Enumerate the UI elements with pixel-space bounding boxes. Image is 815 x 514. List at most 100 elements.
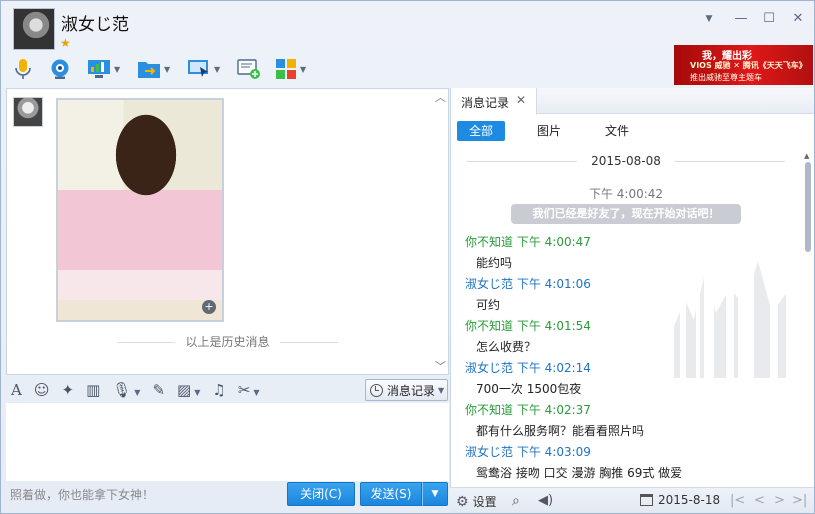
message-header: 你不知道 下午 4:02:37 (465, 401, 591, 418)
message-text: 怎么收费？ (476, 340, 537, 354)
apps-grid-icon (276, 59, 296, 79)
screen-share-icon (88, 60, 110, 78)
date-picker[interactable]: 2015-8-18 (640, 493, 720, 507)
message-header: 你不知道 下午 4:00:47 (465, 233, 591, 250)
history-bottom-bar: ⚙ 设置 ⌕ ◀) 2015-8-18 |< < > >| (450, 487, 814, 513)
history-tab-bar: 消息记录 ✕ (451, 88, 814, 115)
last-page-button[interactable]: >| (792, 493, 807, 508)
speaker-icon[interactable]: ◀) (538, 493, 553, 508)
search-icon[interactable]: ⌕ (512, 493, 520, 509)
system-timestamp: 下午 4:00:42 (588, 187, 664, 201)
close-chat-button[interactable]: 关闭(C) (287, 482, 355, 506)
message-header: 淑女じ范 下午 4:01:06 (465, 275, 591, 292)
contact-avatar[interactable] (13, 8, 55, 50)
emoji-icon[interactable]: ☺ (34, 381, 50, 399)
message-sender-time: 你不知道 下午 4:02:37 (465, 403, 591, 417)
font-icon[interactable]: A (11, 381, 22, 399)
chevron-down-icon: ▼ (253, 388, 260, 397)
remote-assist-icon (188, 60, 208, 77)
system-message: 我们已经是好友了，现在开始对话吧！ (511, 204, 741, 224)
chat-window: 淑女じ范 ★ ▼ — ☐ ✕ ▼ ▼ ▼ ▼ 我，耀出彩 VIOS 威驰 ✕ 腾… (0, 0, 815, 514)
message-text: 700一次 1500包夜 (476, 382, 582, 396)
send-button[interactable]: 发送(S) (360, 482, 422, 506)
video-camera-icon (51, 59, 69, 79)
minimize-button[interactable]: — (730, 9, 752, 29)
collapse-icon[interactable]: ︿ (435, 89, 446, 105)
message-header: 你不知道 下午 4:01:54 (465, 317, 591, 334)
chevron-down-icon: ▼ (114, 64, 121, 74)
close-window-button[interactable]: ✕ (787, 9, 809, 29)
next-page-button[interactable]: > (774, 493, 785, 508)
chat-message-area[interactable]: + 以上是历史消息 ︿ ﹀ (6, 88, 449, 375)
edit-icon[interactable]: ✎ (152, 381, 165, 399)
microphone-icon (15, 59, 31, 79)
input-toolbar: A ☺ ✦ ▥ 🎙 ▼ ✎ ▨ ▼ ♫ ✂ ▼ (11, 379, 260, 401)
apps-button[interactable]: ▼ (275, 57, 306, 81)
send-options-dropdown[interactable]: ▼ (422, 482, 448, 506)
star-icon: ★ (60, 36, 71, 50)
filter-files[interactable]: 文件 (593, 121, 641, 141)
message-sender-time: 淑女じ范 下午 4:02:14 (465, 361, 591, 375)
close-icon[interactable]: ✕ (516, 93, 526, 107)
ad-tagline: 推出威驰至尊主题车 (690, 73, 762, 82)
first-page-button[interactable]: |< (730, 493, 745, 508)
message-history-panel: 消息记录 ✕ 全部 图片 文件 2015-08-08 下午 4:00:42 我们… (450, 88, 814, 487)
message-text: 可约 (476, 298, 501, 312)
file-transfer-icon (138, 62, 160, 78)
tab-message-history[interactable]: 消息记录 ✕ (451, 88, 537, 115)
nudge-icon[interactable]: ✦ (61, 381, 74, 399)
scrollbar-thumb[interactable] (805, 162, 811, 252)
scroll-up-icon[interactable]: ▲ (804, 152, 809, 160)
date-picker-value: 2015-8-18 (658, 493, 721, 507)
background-skyline (674, 261, 814, 378)
tab-label: 消息记录 (461, 96, 510, 110)
message-history-label: 消息记录 (387, 383, 436, 398)
maximize-button[interactable]: ☐ (758, 9, 780, 29)
prev-page-button[interactable]: < (754, 493, 765, 508)
message-sender-time: 你不知道 下午 4:00:47 (465, 235, 591, 249)
message-sender-time: 淑女じ范 下午 4:01:06 (465, 277, 591, 291)
history-date-divider: 2015-08-08 (451, 154, 801, 168)
sender-avatar[interactable] (13, 97, 43, 127)
gear-icon: ⚙ (456, 493, 469, 510)
screen-share-button[interactable]: ▼ (87, 57, 120, 81)
ad-subline: VIOS 威驰 ✕ 腾讯《天天飞车》 (690, 61, 807, 70)
expand-icon[interactable]: ﹀ (435, 358, 446, 374)
image-icon[interactable]: ▨ ▼ (177, 381, 200, 399)
send-file-button[interactable]: ▼ (137, 57, 170, 81)
menu-dropdown-button[interactable]: ▼ (698, 9, 720, 29)
settings-button[interactable]: ⚙ 设置 (456, 493, 497, 510)
voice-call-button[interactable] (13, 57, 33, 81)
filter-all[interactable]: 全部 (457, 121, 506, 141)
magic-expression-icon[interactable]: ▥ (86, 381, 100, 399)
chevron-down-icon: ▼ (214, 64, 221, 74)
screenshot-scissors-icon[interactable]: ✂ ▼ (238, 381, 260, 399)
message-text: 能约吗 (476, 256, 513, 270)
message-input[interactable] (6, 403, 449, 481)
history-scrollbar[interactable]: ▲ (803, 152, 813, 482)
received-photo[interactable]: + (56, 98, 224, 322)
message-header: 淑女じ范 下午 4:03:09 (465, 443, 591, 460)
add-note-button[interactable] (237, 57, 261, 81)
zoom-icon[interactable]: + (202, 300, 216, 314)
chevron-down-icon: ▼ (438, 385, 445, 395)
settings-label: 设置 (472, 495, 497, 509)
input-placeholder: 照着做，你也能拿下女神！ (10, 488, 155, 502)
message-history-button[interactable]: 消息记录 ▼ (365, 379, 448, 401)
chevron-down-icon: ▼ (134, 388, 141, 397)
ad-banner[interactable]: 我，耀出彩 VIOS 威驰 ✕ 腾讯《天天飞车》 推出威驰至尊主题车 (674, 45, 813, 85)
chevron-down-icon: ▼ (164, 64, 171, 74)
add-note-icon (237, 59, 260, 79)
message-header: 淑女じ范 下午 4:02:14 (465, 359, 591, 376)
history-divider-label: 以上是历史消息 (7, 333, 448, 350)
voice-message-icon[interactable]: 🎙 ▼ (112, 381, 140, 399)
remote-assist-button[interactable]: ▼ (187, 57, 220, 81)
message-text: 都有什么服务啊？能看看照片吗 (476, 424, 645, 438)
filter-images[interactable]: 图片 (525, 121, 573, 141)
video-call-button[interactable] (49, 57, 71, 81)
calendar-icon (640, 494, 653, 506)
history-filter-tabs: 全部 图片 文件 (457, 121, 641, 141)
contact-name: 淑女じ范 (61, 15, 129, 35)
music-icon[interactable]: ♫ (212, 381, 225, 399)
chevron-down-icon: ▼ (194, 388, 201, 397)
